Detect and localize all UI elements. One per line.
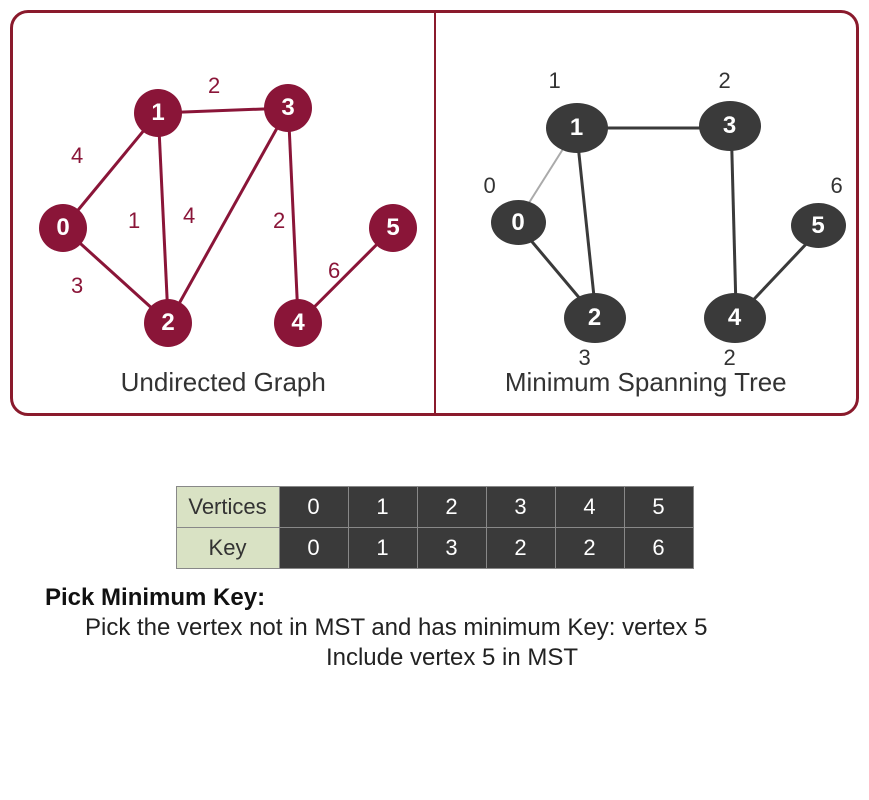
mst-node-5: 5 [791,203,846,248]
mst-node-1: 1 [546,103,608,153]
key-cell: 0 [279,528,348,569]
table-row-key: Key 0 1 3 2 2 6 [176,528,693,569]
ug-node-3: 3 [264,84,312,132]
key-cell: 3 [417,528,486,569]
ug-node-2: 2 [144,299,192,347]
mst-panel: 0 1 2 3 4 5 0 1 3 2 2 6 Minimum Spanning… [436,13,857,413]
key-cell: 2 [555,528,624,569]
ug-weight-45: 6 [328,258,340,284]
pick-section: Pick Minimum Key: Pick the vertex not in… [10,584,859,672]
ug-weight-13: 2 [208,73,220,99]
ug-weight-01: 4 [71,143,83,169]
vertices-cell: 3 [486,487,555,528]
key-table-wrap: Vertices 0 1 2 3 4 5 Key 0 1 3 2 2 6 [10,486,859,569]
key-cell: 6 [624,528,693,569]
undirected-graph-panel: 0 1 2 3 4 5 4 3 1 2 4 2 6 Undirected Gra… [13,13,436,413]
vertices-cell: 5 [624,487,693,528]
key-table: Vertices 0 1 2 3 4 5 Key 0 1 3 2 2 6 [176,486,694,569]
pick-line-2: Include vertex 5 in MST [45,644,859,672]
ug-node-0: 0 [39,204,87,252]
pick-line-1: Pick the vertex not in MST and has minim… [45,614,859,642]
mst-node-2: 2 [564,293,626,343]
mst-label-4: 2 [724,345,736,371]
ug-weight-12: 1 [128,208,140,234]
key-cell: 2 [486,528,555,569]
mst-label-0: 0 [484,173,496,199]
ug-weight-23: 4 [183,203,195,229]
mst-node-4: 4 [704,293,766,343]
ug-node-4: 4 [274,299,322,347]
mst-label-5: 6 [831,173,843,199]
vertices-cell: 4 [555,487,624,528]
ug-node-5: 5 [369,204,417,252]
row2-header: Key [176,528,279,569]
mst-label-2: 3 [579,345,591,371]
mst-label-1: 1 [549,68,561,94]
vertices-cell: 2 [417,487,486,528]
vertices-cell: 1 [348,487,417,528]
ug-weight-02: 3 [71,273,83,299]
mst-label-3: 2 [719,68,731,94]
key-cell: 1 [348,528,417,569]
row1-header: Vertices [176,487,279,528]
table-row-vertices: Vertices 0 1 2 3 4 5 [176,487,693,528]
ug-weight-34: 2 [273,208,285,234]
mst-node-0: 0 [491,200,546,245]
mst-node-3: 3 [699,101,761,151]
ug-node-1: 1 [134,89,182,137]
diagram-panels: 0 1 2 3 4 5 4 3 1 2 4 2 6 Undirected Gra… [10,10,859,416]
pick-title: Pick Minimum Key: [45,584,859,612]
vertices-cell: 0 [279,487,348,528]
